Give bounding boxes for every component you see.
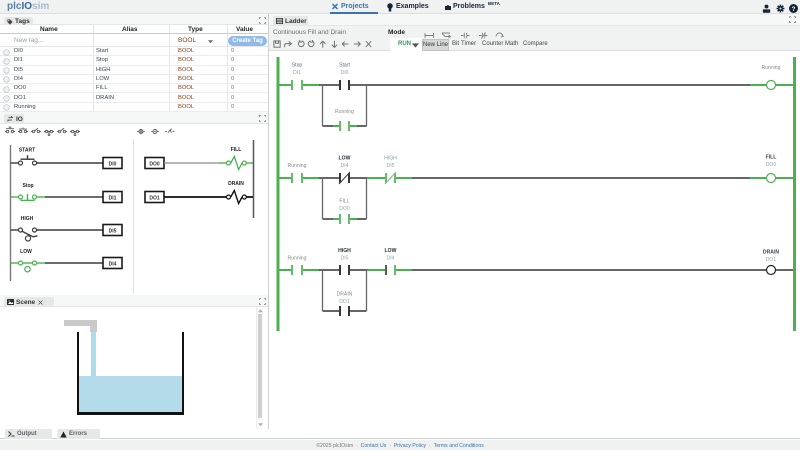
- svg-text:Running: Running: [335, 109, 354, 115]
- svg-text:HIGH: HIGH: [338, 248, 351, 254]
- svg-text:DRAIN: DRAIN: [763, 250, 779, 256]
- svg-text:DRAIN: DRAIN: [337, 292, 353, 298]
- svg-text:DRAIN: DRAIN: [228, 181, 244, 187]
- svg-text:Stop: Stop: [292, 63, 303, 69]
- svg-text:LOW: LOW: [20, 249, 32, 255]
- svg-text:DO0: DO0: [339, 206, 350, 212]
- svg-text:Running: Running: [288, 163, 307, 169]
- svg-text:DO1: DO1: [766, 257, 777, 263]
- svg-text:DO1: DO1: [149, 195, 160, 201]
- svg-text:DO1: DO1: [339, 299, 350, 305]
- svg-text:DO0: DO0: [766, 162, 777, 168]
- svg-text:Stop: Stop: [22, 183, 33, 189]
- svg-text:HIGH: HIGH: [384, 156, 397, 162]
- svg-text:DI0: DI0: [341, 70, 349, 76]
- svg-text:DI5: DI5: [387, 163, 395, 169]
- svg-text:DI5: DI5: [341, 256, 349, 262]
- svg-text:DI1: DI1: [293, 70, 301, 76]
- svg-text:LOW: LOW: [385, 248, 397, 254]
- svg-text:DI0: DI0: [109, 161, 117, 167]
- svg-text:DI4: DI4: [387, 256, 395, 262]
- svg-text:FILL: FILL: [766, 155, 777, 161]
- svg-text:?: ?: [792, 6, 796, 13]
- svg-text:Running: Running: [288, 256, 307, 262]
- svg-text:DI5: DI5: [109, 228, 117, 234]
- svg-text:LOW: LOW: [339, 156, 351, 162]
- svg-text:HIGH: HIGH: [21, 216, 34, 222]
- svg-text:DI1: DI1: [109, 195, 117, 201]
- svg-text:Start: Start: [339, 63, 350, 69]
- svg-text:DO0: DO0: [149, 161, 160, 167]
- svg-text:Running: Running: [762, 65, 781, 71]
- svg-text:DI4: DI4: [109, 261, 117, 267]
- svg-text:DI4: DI4: [341, 163, 349, 169]
- svg-text:FILL: FILL: [231, 147, 242, 153]
- svg-text:START: START: [19, 148, 35, 154]
- svg-text:FILL: FILL: [339, 199, 349, 205]
